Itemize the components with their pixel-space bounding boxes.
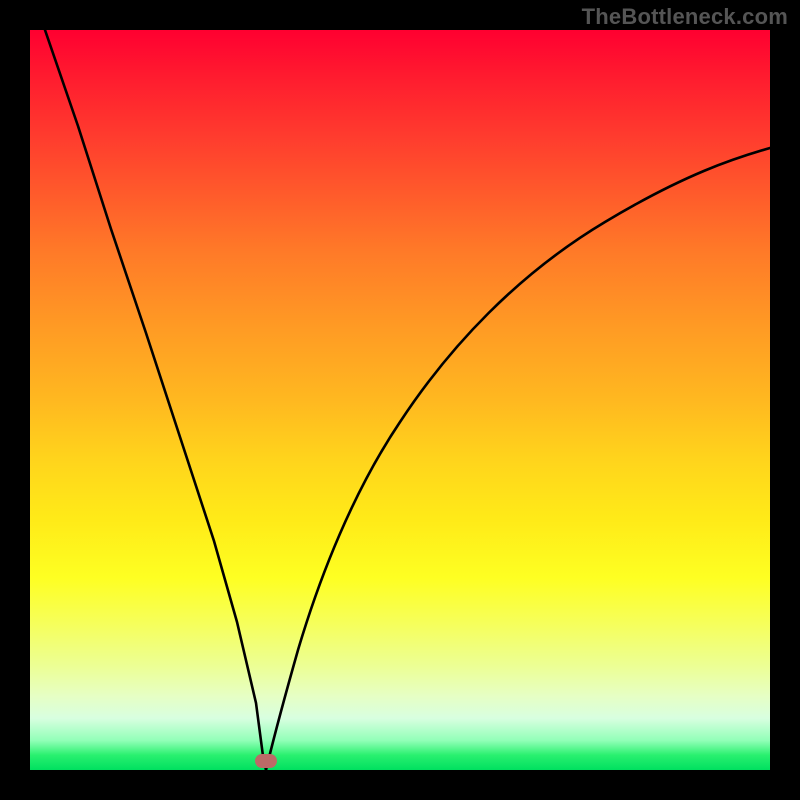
minimum-marker (255, 754, 277, 768)
attribution-label: TheBottleneck.com (582, 4, 788, 30)
chart-frame: TheBottleneck.com (0, 0, 800, 800)
bottleneck-curve (30, 30, 770, 770)
curve-right-branch (266, 148, 770, 770)
curve-left-branch (45, 30, 266, 770)
plot-area (30, 30, 770, 770)
